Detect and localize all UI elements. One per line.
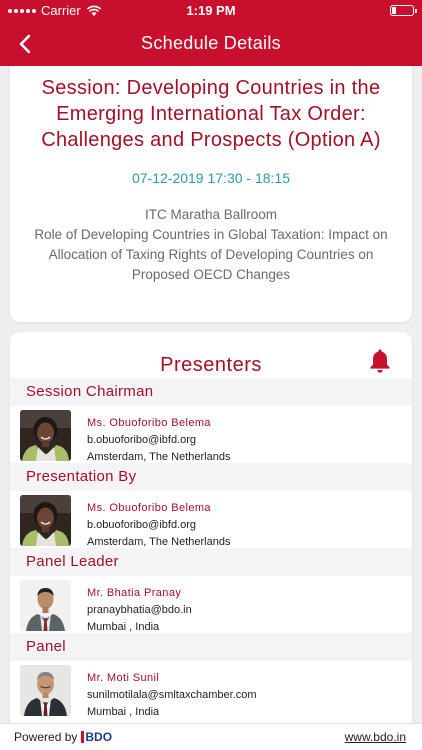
presenter-row[interactable]: Mr. Bhatia Pranay pranaybhatia@bdo.in Mu… — [10, 576, 412, 633]
presenter-email[interactable]: pranaybhatia@bdo.in — [87, 602, 192, 619]
presenter-name: Mr. Moti Sunil — [87, 672, 160, 684]
footer: Powered by BDO www.bdo.in — [0, 723, 422, 750]
session-description: Role of Developing Countries in Global T… — [34, 227, 388, 282]
presenter-location: Amsterdam, The Netherlands — [87, 451, 231, 463]
presenter-name: Ms. Obuoforibo Belema — [87, 502, 211, 514]
clock: 1:19 PM — [186, 3, 236, 18]
status-bar: Carrier 1:19 PM — [0, 0, 422, 22]
session-title: Session: Developing Countries in the Eme… — [41, 77, 381, 151]
presenter-name: Ms. Obuoforibo Belema — [87, 417, 211, 429]
presenter-location: Mumbai , India — [87, 621, 160, 633]
session-time: 07-12-2019 17:30 - 18:15 — [131, 170, 290, 186]
presenter-location: Amsterdam, The Netherlands — [87, 536, 231, 548]
avatar — [20, 580, 71, 631]
presenter-info: Mr. Moti Sunil sunilmotilala@smltaxchamb… — [87, 670, 257, 721]
page-title: Schedule Details — [141, 33, 281, 53]
presenter-name: Mr. Bhatia Pranay — [87, 587, 182, 599]
website-link[interactable]: www.bdo.in — [345, 730, 406, 744]
presenter-location: Mumbai , India — [87, 706, 160, 718]
section-header-panel: Panel — [10, 633, 412, 661]
presenter-info: Ms. Obuoforibo Belema b.obuoforibo@ibfd.… — [87, 415, 230, 466]
presenter-email[interactable]: b.obuoforibo@ibfd.org — [87, 517, 230, 534]
avatar — [20, 665, 71, 716]
session-card: Session: Developing Countries in the Eme… — [10, 66, 412, 322]
navigation-bar: Schedule Details — [0, 22, 422, 66]
section-header-panel-leader: Panel Leader — [10, 548, 412, 576]
presenters-heading: Presenters — [160, 354, 262, 376]
presenter-info: Ms. Obuoforibo Belema b.obuoforibo@ibfd.… — [87, 500, 230, 551]
bdo-logo: BDO — [81, 730, 112, 744]
presenter-email[interactable]: b.obuoforibo@ibfd.org — [87, 432, 230, 449]
bell-icon[interactable] — [368, 348, 392, 374]
section-header-session-chairman: Session Chairman — [10, 378, 412, 406]
section-header-presentation-by: Presentation By — [10, 463, 412, 491]
presenters-header: Presenters — [10, 332, 412, 378]
avatar — [20, 495, 71, 546]
scroll-content[interactable]: Session: Developing Countries in the Eme… — [0, 66, 422, 723]
presenters-card: Presenters Session Chairman Ms. Obuofori… — [10, 332, 412, 723]
presenter-row[interactable]: Ms. Obuoforibo Belema b.obuoforibo@ibfd.… — [10, 406, 412, 463]
powered-by: Powered by BDO — [14, 730, 112, 744]
battery-icon — [390, 5, 417, 16]
powered-by-label: Powered by — [14, 730, 78, 744]
avatar — [20, 410, 71, 461]
presenter-row[interactable]: Ms. Obuoforibo Belema b.obuoforibo@ibfd.… — [10, 491, 412, 548]
presenter-row[interactable]: Mr. Moti Sunil sunilmotilala@smltaxchamb… — [10, 661, 412, 718]
session-venue: ITC Maratha Ballroom — [144, 207, 278, 222]
presenter-email[interactable]: sunilmotilala@smltaxchamber.com — [87, 687, 257, 704]
presenter-info: Mr. Bhatia Pranay pranaybhatia@bdo.in Mu… — [87, 585, 192, 636]
